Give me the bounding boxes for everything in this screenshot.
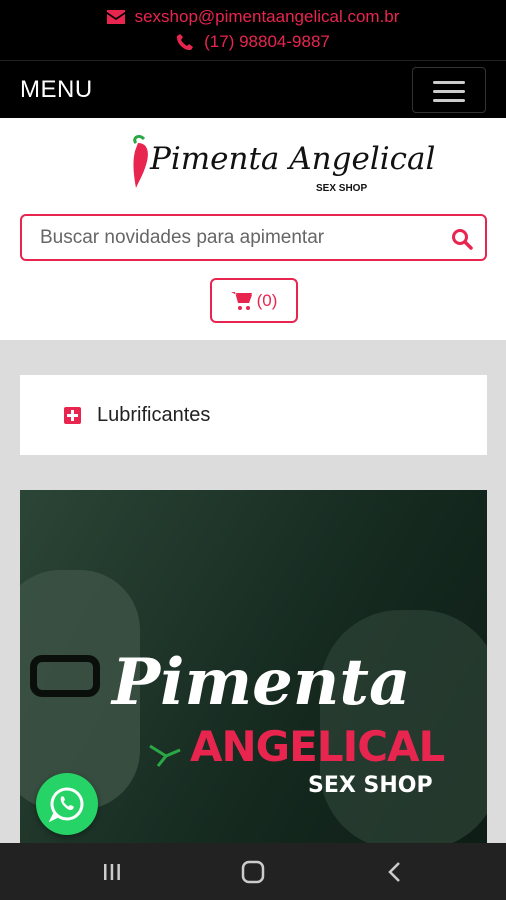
email-line[interactable]: sexshop@pimentaangelical.com.br xyxy=(0,7,506,27)
cart-button[interactable]: (0) xyxy=(210,278,298,323)
banner-title: Pimenta xyxy=(112,645,411,720)
contact-topbar: sexshop@pimentaangelical.com.br (17) 988… xyxy=(0,0,506,60)
banner-tagline: SEX SHOP xyxy=(308,773,433,798)
menu-bar: MENU xyxy=(0,60,506,118)
site-logo[interactable]: Pimenta Angelical SEX SHOP xyxy=(130,133,435,205)
search-box xyxy=(20,214,487,261)
phone-line[interactable]: (17) 98804-9887 xyxy=(0,32,506,52)
phone-text[interactable]: (17) 98804-9887 xyxy=(204,32,330,52)
home-icon[interactable] xyxy=(240,859,266,885)
cart-icon xyxy=(230,291,252,310)
logo-subtitle: SEX SHOP xyxy=(316,183,368,194)
search-icon[interactable] xyxy=(451,228,473,250)
cart-count: (0) xyxy=(256,290,278,310)
banner-pepper-icon xyxy=(149,744,181,767)
category-label[interactable]: Lubrificantes xyxy=(97,404,210,427)
banner-glasses-shape xyxy=(30,655,100,697)
whatsapp-icon xyxy=(49,787,84,822)
envelope-icon xyxy=(106,10,125,24)
plus-square-icon[interactable] xyxy=(64,407,81,424)
logo-script-text: Pimenta Angelical xyxy=(150,141,436,177)
banner-subtitle: ANGELICAL xyxy=(190,722,445,771)
hamburger-icon-bar xyxy=(433,99,465,102)
hamburger-icon-bar xyxy=(433,90,465,93)
back-icon[interactable] xyxy=(383,859,409,885)
menu-label[interactable]: MENU xyxy=(20,76,93,104)
menu-toggle-button[interactable] xyxy=(412,67,486,113)
system-nav-bar xyxy=(0,843,506,900)
hamburger-icon-bar xyxy=(433,81,465,84)
phone-icon xyxy=(177,34,194,50)
site-header: Pimenta Angelical SEX SHOP (0) xyxy=(0,118,506,340)
search-input[interactable] xyxy=(40,225,440,251)
recents-icon[interactable] xyxy=(99,859,125,885)
email-text[interactable]: sexshop@pimentaangelical.com.br xyxy=(135,7,400,27)
category-item[interactable]: Lubrificantes xyxy=(20,375,487,455)
whatsapp-button[interactable] xyxy=(36,773,98,835)
